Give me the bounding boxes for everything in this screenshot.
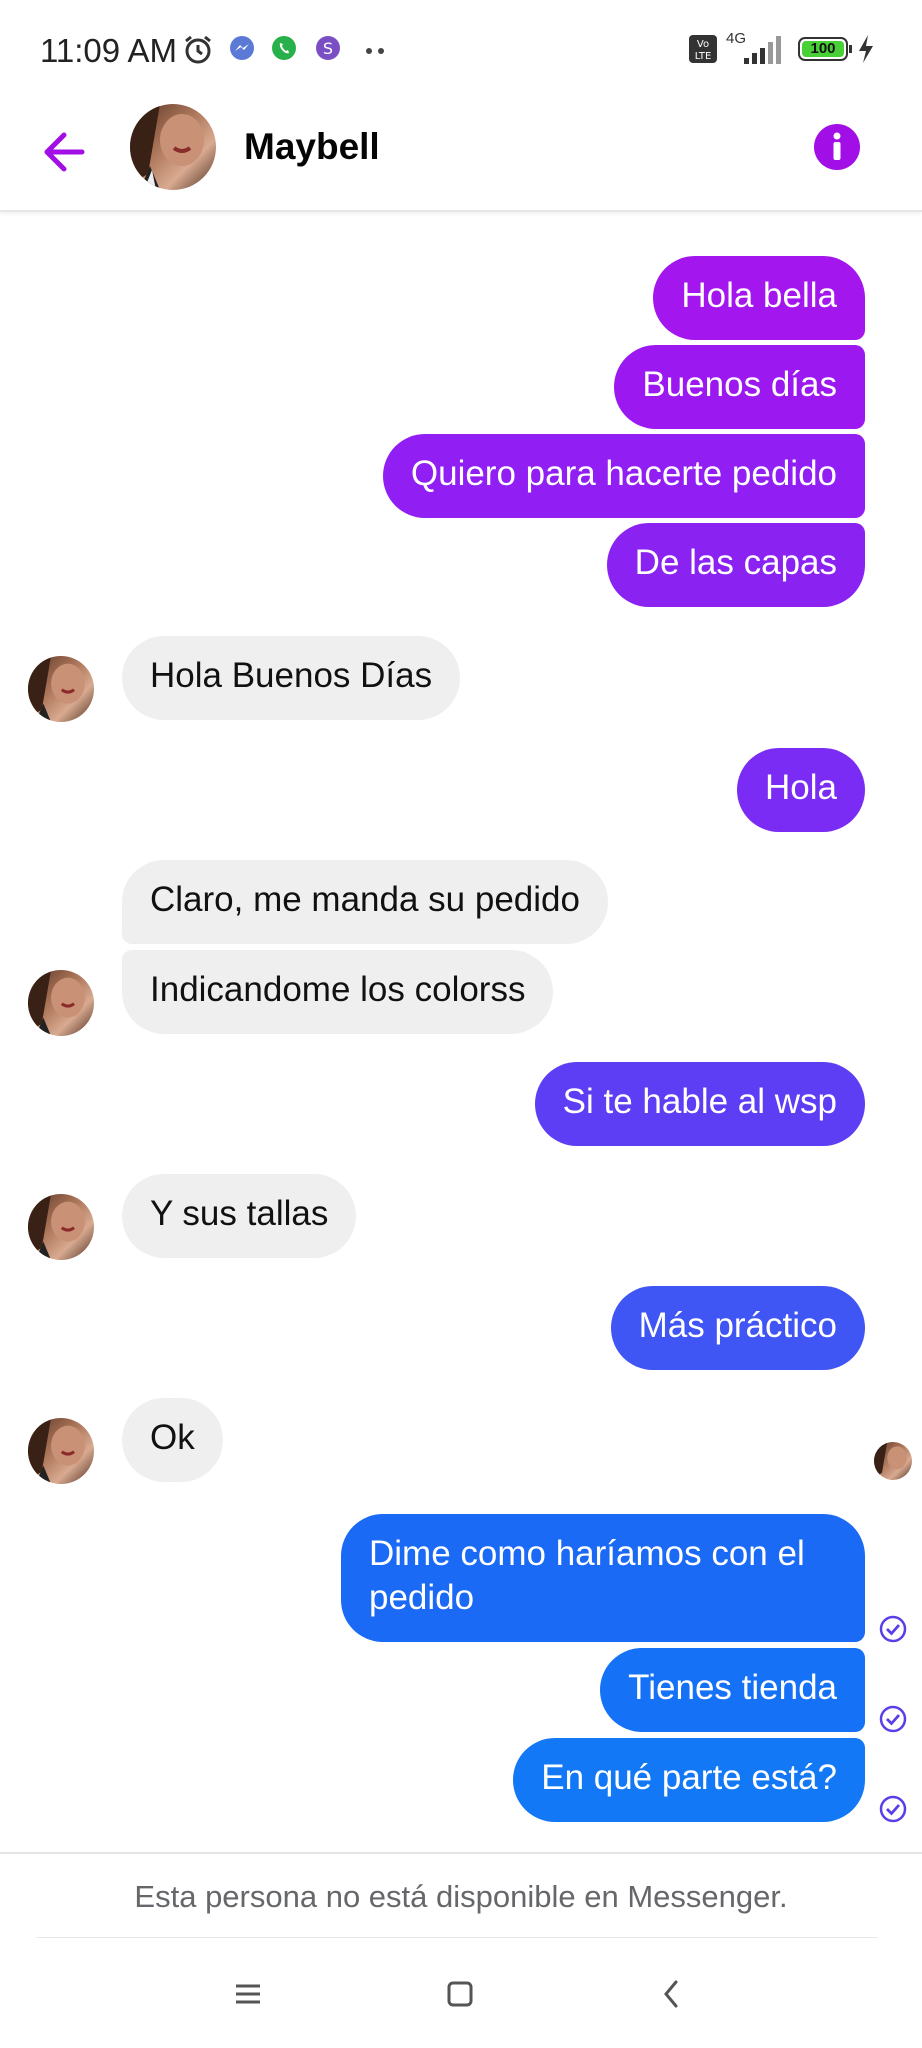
system-nav-bar	[0, 1940, 922, 2048]
contact-avatar-small[interactable]	[28, 656, 94, 722]
message-bubble-outgoing[interactable]: Dime como haríamos con el pedido	[341, 1514, 865, 1642]
contact-avatar-small[interactable]	[28, 1194, 94, 1260]
status-bar: 11:09 AM S Vo LTE 4G 100	[0, 0, 922, 104]
message-bubble-incoming[interactable]: Y sus tallas	[122, 1174, 357, 1258]
contact-avatar-small[interactable]	[28, 1418, 94, 1484]
message-bubble-outgoing[interactable]: Hola	[737, 748, 865, 832]
message-bubble-outgoing[interactable]: En qué parte está?	[513, 1738, 865, 1822]
sent-check-icon	[879, 1615, 907, 1643]
read-receipt-avatar	[874, 1442, 912, 1480]
message-bubble-outgoing[interactable]: Buenos días	[614, 345, 865, 429]
unavailable-notice: Esta persona no está disponible en Messe…	[0, 1852, 922, 1940]
alarm-icon	[185, 35, 211, 64]
message-bubble-outgoing[interactable]: Quiero para hacerte pedido	[382, 434, 865, 518]
charging-icon	[859, 35, 873, 63]
signal-icon	[744, 36, 781, 64]
message-bubble-outgoing[interactable]: Si te hable al wsp	[534, 1062, 865, 1146]
viber-icon: S	[316, 36, 340, 60]
svg-text:Vo: Vo	[697, 39, 709, 50]
message-bubble-outgoing[interactable]: De las capas	[606, 523, 865, 607]
status-time: 11:09 AM	[40, 32, 177, 69]
message-bubble-incoming[interactable]: Indicandome los colorss	[122, 950, 554, 1034]
svg-text:LTE: LTE	[695, 51, 712, 62]
message-bubble-incoming[interactable]: Hola Buenos Días	[122, 636, 461, 720]
message-bubble-outgoing[interactable]: Tienes tienda	[600, 1648, 865, 1732]
arrow-left-icon[interactable]	[38, 124, 94, 180]
back-chevron-icon[interactable]	[642, 1964, 702, 2024]
more-dots-icon	[366, 48, 384, 54]
battery-level: 100	[810, 40, 836, 57]
battery-icon: 100	[798, 37, 852, 61]
message-text-line: Dime como haríamos con el	[369, 1534, 805, 1573]
info-icon[interactable]	[812, 122, 862, 172]
message-bubble-outgoing[interactable]: Más práctico	[610, 1286, 865, 1370]
messenger-icon	[230, 36, 254, 60]
message-list[interactable]: Hola bella Buenos días Quiero para hacer…	[0, 212, 922, 1852]
message-bubble-incoming[interactable]: Ok	[122, 1398, 223, 1482]
contact-avatar[interactable]	[130, 104, 216, 190]
contact-name[interactable]: Maybell	[244, 126, 380, 168]
conversation-header: Maybell	[0, 104, 922, 212]
whatsapp-icon	[272, 36, 296, 60]
message-bubble-outgoing[interactable]: Hola bella	[653, 256, 865, 340]
divider	[36, 1937, 878, 1938]
message-bubble-incoming[interactable]: Claro, me manda su pedido	[122, 860, 608, 944]
contact-avatar-small[interactable]	[28, 970, 94, 1036]
sent-check-icon	[879, 1795, 907, 1823]
sent-check-icon	[879, 1705, 907, 1733]
message-text-line: pedido	[369, 1578, 475, 1617]
svg-text:S: S	[323, 39, 333, 58]
volte-icon: Vo LTE	[689, 35, 717, 63]
menu-icon[interactable]	[218, 1964, 278, 2024]
home-square-icon[interactable]	[430, 1964, 490, 2024]
